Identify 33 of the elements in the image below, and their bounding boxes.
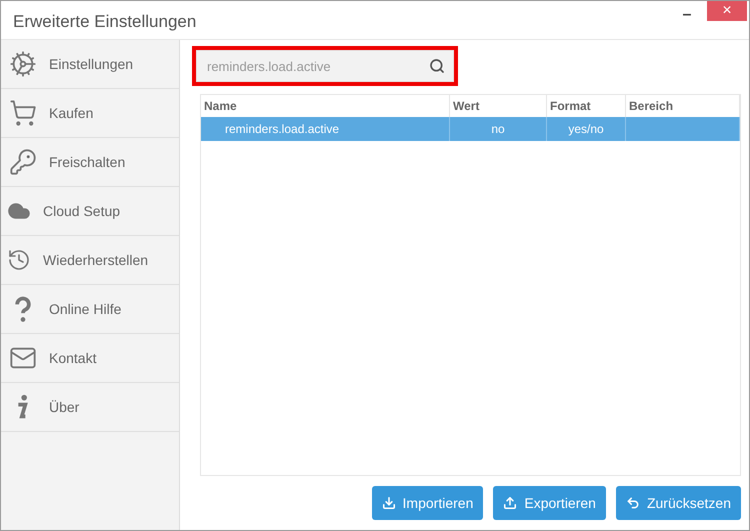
sidebar-item[interactable]: Wiederherstellen — [1, 236, 179, 285]
table-cell: no — [450, 117, 547, 141]
upload-icon — [503, 496, 518, 510]
sidebar-item[interactable]: Kontakt — [1, 334, 179, 383]
sidebar-item[interactable]: Einstellungen — [1, 40, 179, 89]
export-button[interactable]: Exportieren — [493, 486, 606, 520]
sidebar-label: Kaufen — [49, 105, 94, 121]
search-icon — [429, 58, 445, 74]
gears-icon — [9, 50, 37, 78]
sidebar-item[interactable]: Online Hilfe — [1, 285, 179, 334]
sidebar-label: Einstellungen — [49, 56, 134, 72]
sidebar-label: Cloud Setup — [43, 203, 120, 219]
table-cell: yes/no — [547, 117, 626, 141]
cart-icon — [9, 99, 37, 127]
sidebar-label: Online Hilfe — [49, 301, 122, 317]
window-title: Erweiterte Einstellungen — [12, 11, 198, 32]
sidebar-label: Wiederherstellen — [43, 252, 148, 268]
sidebar-label: Freischalten — [49, 154, 126, 170]
download-icon — [382, 496, 396, 510]
sidebar-item[interactable]: Freischalten — [1, 138, 179, 187]
close-button[interactable]: × — [707, 1, 747, 21]
sidebar-label: Kontakt — [49, 350, 96, 366]
sidebar-item[interactable]: Kaufen — [1, 89, 179, 138]
reset-button[interactable]: Zurücksetzen — [616, 486, 741, 520]
import-button[interactable]: Importieren — [372, 486, 484, 520]
minimize-button[interactable]: – — [667, 5, 707, 25]
sidebar-item[interactable]: Über — [1, 383, 179, 432]
table-cell: reminders.load.active — [201, 117, 450, 141]
sidebar-item[interactable]: Cloud Setup — [1, 187, 179, 236]
key-icon — [9, 148, 37, 176]
sidebar-label: Über — [49, 399, 80, 415]
undo-icon — [626, 496, 640, 510]
restore-icon — [7, 248, 31, 272]
